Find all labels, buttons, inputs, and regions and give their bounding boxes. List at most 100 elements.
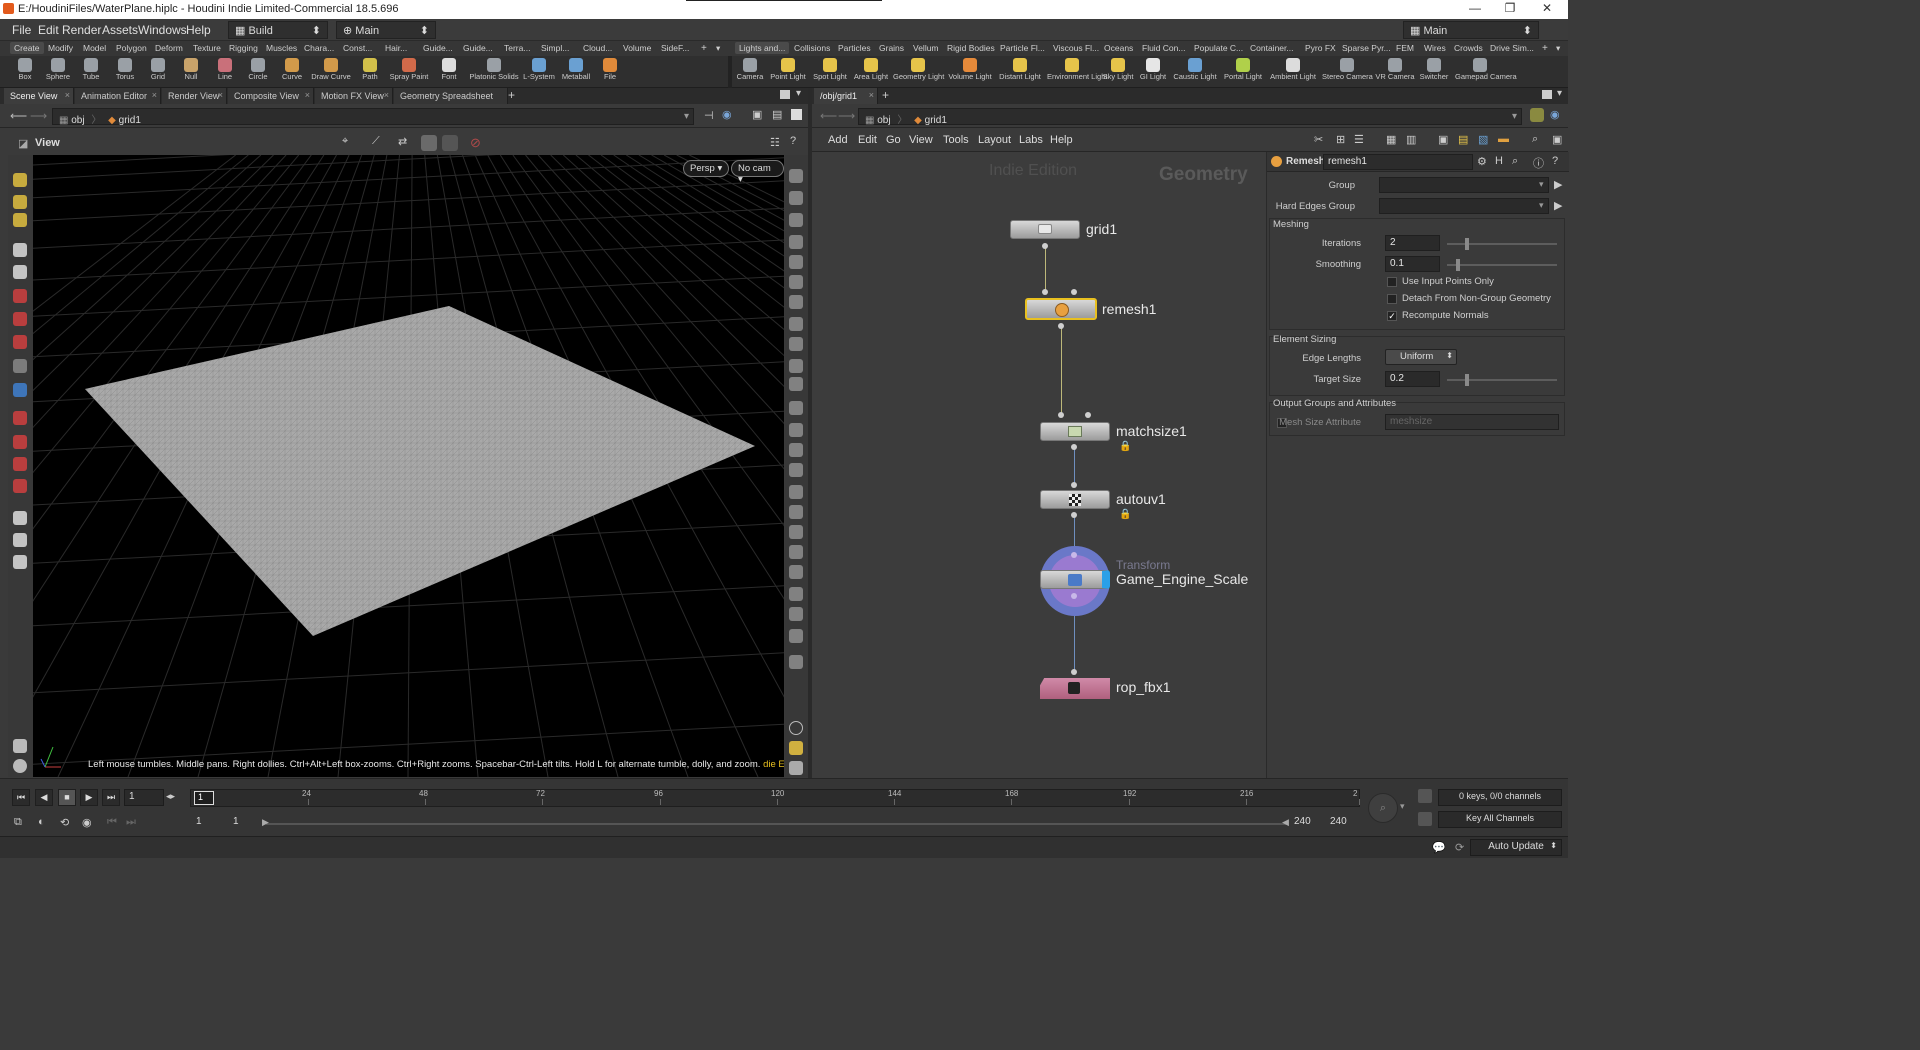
jump-start-icon[interactable]: ⏮ [12, 789, 30, 806]
jump-end-icon[interactable]: ⏭ [102, 789, 120, 806]
snap-icon[interactable] [13, 411, 27, 425]
paint-icon[interactable] [13, 213, 27, 227]
step-back-icon[interactable]: ◀ [35, 789, 53, 806]
tab-close-icon[interactable]: × [869, 90, 874, 100]
display-tool-21-icon[interactable] [789, 607, 803, 621]
shelf-tab-6[interactable]: Rigging [225, 42, 262, 54]
net-pin-icon[interactable] [1530, 108, 1544, 122]
shelf-tab-11[interactable]: Guide... [419, 42, 457, 54]
node-autouv1[interactable] [1040, 490, 1110, 509]
shelf-tab-10[interactable]: Hair... [381, 42, 411, 54]
node-matchsize1[interactable] [1040, 422, 1110, 441]
group-field[interactable] [1379, 177, 1549, 193]
param-search-icon[interactable]: ⌕ [1512, 155, 1518, 168]
node-remesh1-label[interactable]: remesh1 [1102, 301, 1156, 317]
smoothing-slider-knob[interactable] [1456, 259, 1460, 271]
net-back-arrow-icon[interactable]: ⟵ [820, 109, 837, 123]
key-next-icon[interactable]: ⏭ [126, 816, 136, 829]
back-arrow-icon[interactable]: ⟵ [10, 109, 27, 123]
menu-render[interactable]: Render [62, 23, 101, 37]
chat-icon[interactable]: 💬 [1432, 841, 1446, 854]
net-menu-edit[interactable]: Edit [858, 134, 877, 146]
shelf-right-tab-9[interactable]: Fluid Con... [1138, 42, 1189, 54]
display-tool-20-icon[interactable] [789, 587, 803, 601]
net-grid-icon[interactable]: ▦ [1386, 133, 1396, 146]
display-tool-1-icon[interactable] [789, 191, 803, 205]
scrub-dropdown-icon[interactable]: ▾ [1400, 801, 1405, 812]
render-region-icon[interactable]: ▤ [772, 108, 782, 121]
group-select-icon[interactable]: ▶ [1554, 178, 1562, 191]
node-game-engine-scale-label[interactable]: Game_Engine_Scale [1116, 571, 1248, 587]
shelf-right-tab-5[interactable]: Rigid Bodies [943, 42, 999, 54]
shelf-right-tab-15[interactable]: Wires [1420, 42, 1450, 54]
smoothing-slider[interactable] [1447, 264, 1557, 266]
net-menu-view[interactable]: View [909, 134, 933, 146]
tab-close-icon[interactable]: × [152, 90, 157, 100]
handle-icon[interactable] [13, 173, 27, 187]
left-pane-dropdown-icon[interactable]: ▾ [796, 88, 801, 99]
link-icon[interactable]: ◉ [722, 108, 732, 121]
shelf-right-tab-8[interactable]: Oceans [1100, 42, 1137, 54]
camera-menu[interactable]: No cam ▾ [731, 160, 784, 185]
tool-area-light[interactable]: Area Light [854, 56, 888, 88]
tool-spray-paint[interactable]: Spray Paint [390, 56, 428, 88]
timeline-bar[interactable]: 1 24 48 72 96 120 144 168 192 216 2 [190, 789, 1360, 807]
display-tool-6-icon[interactable] [789, 295, 803, 309]
net-list-icon[interactable]: ☰ [1354, 133, 1364, 146]
sel-points-icon[interactable]: ⌖ [342, 135, 358, 151]
grid1-output-dot[interactable] [1042, 243, 1048, 249]
tool-gi-light[interactable]: GI Light [1136, 56, 1170, 88]
display-tool-2-icon[interactable] [789, 213, 803, 227]
tab-close-icon[interactable]: × [65, 90, 70, 100]
audio-icon[interactable]: ◐ [38, 816, 45, 828]
hard-edges-dropdown-icon[interactable]: ▾ [1539, 200, 1544, 211]
net-palette-icon[interactable]: ▬ [1498, 133, 1509, 145]
tool-metaball[interactable]: Metaball [559, 56, 593, 88]
net-forward-arrow-icon[interactable]: ⟶ [838, 109, 855, 123]
net-sticky-icon[interactable]: ▤ [1458, 133, 1468, 146]
menu-file[interactable]: File [12, 23, 31, 37]
view-options-icon[interactable]: ◪ [18, 137, 28, 150]
tool-torus[interactable]: Torus [108, 56, 142, 88]
play-icon[interactable]: ▶ [80, 789, 98, 806]
gear-icon[interactable]: ⚙ [1477, 155, 1487, 168]
display-tool-18-icon[interactable] [789, 545, 803, 559]
render-view-icon[interactable] [13, 555, 27, 569]
main-select[interactable]: ⊕ Main ⬍ [336, 21, 436, 39]
world-display-icon[interactable] [13, 739, 27, 753]
right-pane-menu-icon[interactable] [1542, 90, 1552, 99]
node-grid1-label[interactable]: grid1 [1086, 221, 1117, 237]
range-end-2-field[interactable]: 240 [1326, 815, 1362, 832]
lasso-icon[interactable] [13, 435, 27, 449]
use-input-points-checkbox[interactable] [1387, 277, 1397, 287]
node-autouv1-label[interactable]: autouv1 [1116, 491, 1166, 507]
shelf-tab-13[interactable]: Terra... [500, 42, 534, 54]
range-end-field[interactable]: 240 [1290, 815, 1326, 832]
lock-selection-icon[interactable] [13, 265, 27, 279]
tool-volume-light[interactable]: Volume Light [948, 56, 992, 88]
hard-edges-field[interactable] [1379, 198, 1549, 214]
shelf-right-tab-10[interactable]: Populate C... [1190, 42, 1247, 54]
display-tool-13-icon[interactable] [789, 443, 803, 457]
net-image-icon[interactable]: ▣ [1438, 133, 1448, 146]
tool-vr-camera[interactable]: VR Camera [1375, 56, 1415, 88]
shelf-right-tab-4[interactable]: Vellum [909, 42, 943, 54]
target-size-field[interactable]: 0.2 [1385, 371, 1440, 387]
left-pane-tab-5[interactable]: Geometry Spreadsheet [394, 88, 508, 104]
brush-icon[interactable] [13, 289, 27, 303]
tool-environment-light[interactable]: Environment Light [1047, 56, 1107, 88]
lighting-icon[interactable] [13, 759, 27, 773]
right-pane-tab-0[interactable]: /obj/grid1 × [814, 88, 878, 104]
left-pane-tab-0[interactable]: Scene View × [4, 88, 74, 104]
path-obj[interactable]: obj [71, 115, 84, 126]
edge-lengths-menu[interactable]: Uniform ⬍ [1385, 349, 1457, 365]
pose-icon[interactable] [13, 195, 27, 209]
left-pane-tab-1[interactable]: Animation Editor × [75, 88, 161, 104]
menu-assets[interactable]: Assets [102, 23, 138, 37]
help-icon[interactable]: ? [790, 135, 796, 147]
mesh-size-field[interactable]: meshsize [1385, 414, 1559, 430]
hda-icon[interactable]: H [1495, 155, 1503, 167]
shelf-tab-menu-icon[interactable]: ▾ [712, 42, 724, 55]
tool-geometry-light[interactable]: Geometry Light [893, 56, 944, 88]
display-tool-11-icon[interactable] [789, 401, 803, 415]
